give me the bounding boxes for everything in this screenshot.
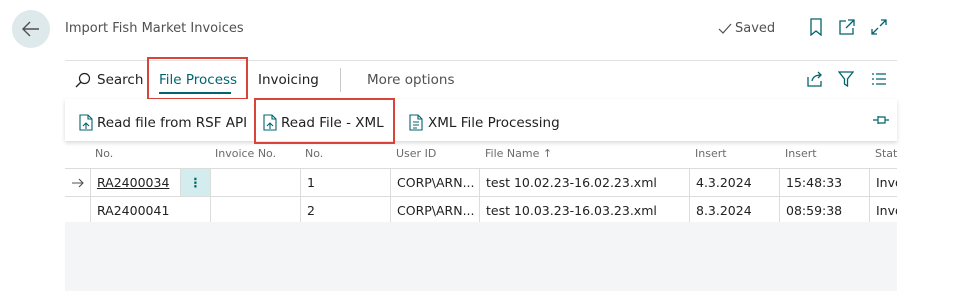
more-options-button[interactable]: More options (367, 72, 454, 88)
row-insert-date[interactable]: 8.3.2024 (689, 197, 779, 224)
col-file-name[interactable]: File Name ↑ (485, 147, 552, 160)
row-actions-button[interactable]: ⋮ (180, 169, 210, 196)
row-line-no[interactable]: 1 (300, 169, 390, 196)
col-status[interactable]: Stat (875, 147, 897, 160)
search-label: Search (97, 72, 144, 88)
tab-invoicing[interactable]: Invoicing (258, 72, 319, 88)
pin-icon[interactable] (872, 114, 890, 126)
highlight-file-process (147, 57, 248, 100)
row-line-no[interactable]: 2 (300, 197, 390, 224)
expand-icon[interactable] (870, 18, 888, 36)
row-no[interactable]: RA2400041 (90, 197, 210, 224)
saved-status: Saved (718, 21, 775, 36)
row-status[interactable]: Invo (869, 197, 897, 224)
row-insert-time[interactable]: 08:59:38 (779, 197, 869, 224)
xml-processing-button[interactable]: XML File Processing (409, 114, 560, 131)
action-ribbon: Read file from RSF API Read File - XML X… (65, 99, 897, 141)
arrow-right-icon (71, 178, 85, 188)
table-row[interactable]: RA2400041 2 CORP\ARN... test 10.03.23-16… (65, 197, 897, 224)
row-file-name[interactable]: test 10.02.23-16.02.23.xml (479, 169, 689, 196)
action-separator (340, 68, 341, 92)
row-selector[interactable] (65, 197, 90, 224)
empty-grid-area (65, 222, 897, 291)
row-file-name[interactable]: test 10.03.23-16.03.23.xml (479, 197, 689, 224)
row-insert-date[interactable]: 4.3.2024 (689, 169, 779, 196)
col-line-no[interactable]: No. (305, 147, 323, 160)
read-rsf-button[interactable]: Read file from RSF API (79, 114, 247, 131)
row-invoice-no[interactable] (210, 197, 300, 224)
share-icon[interactable] (806, 71, 824, 87)
search-button[interactable]: Search (75, 72, 143, 88)
search-icon (75, 72, 91, 88)
row-status[interactable]: Invo (869, 169, 897, 196)
list-view-icon[interactable] (871, 72, 887, 86)
page-title: Import Fish Market Invoices (65, 21, 244, 36)
table-header: No. Invoice No. No. User ID File Name ↑ … (65, 145, 897, 165)
col-insert-time[interactable]: Insert (785, 147, 817, 160)
checkmark-icon (718, 23, 732, 35)
row-no[interactable]: RA2400034 (90, 169, 180, 196)
arrow-left-icon (22, 21, 40, 37)
row-user-id[interactable]: CORP\ARN... (390, 169, 479, 196)
page-toolbar (808, 18, 888, 36)
saved-label: Saved (735, 21, 776, 36)
table-row[interactable]: RA2400034 ⋮ 1 CORP\ARN... test 10.02.23-… (65, 169, 897, 196)
highlight-read-xml (254, 98, 395, 144)
col-invoice-no[interactable]: Invoice No. (215, 147, 276, 160)
document-process-icon (409, 114, 424, 131)
filter-icon[interactable] (838, 71, 854, 87)
col-insert-date[interactable]: Insert (695, 147, 727, 160)
col-no[interactable]: No. (95, 147, 113, 160)
row-user-id[interactable]: CORP\ARN... (390, 197, 479, 224)
col-user-id[interactable]: User ID (396, 147, 436, 160)
back-button[interactable] (12, 10, 50, 48)
row-selector[interactable] (65, 169, 90, 196)
bookmark-icon[interactable] (808, 18, 824, 36)
row-invoice-no[interactable] (210, 169, 300, 196)
open-new-window-icon[interactable] (838, 18, 856, 36)
row-insert-time[interactable]: 15:48:33 (779, 169, 869, 196)
document-import-icon (79, 114, 93, 131)
